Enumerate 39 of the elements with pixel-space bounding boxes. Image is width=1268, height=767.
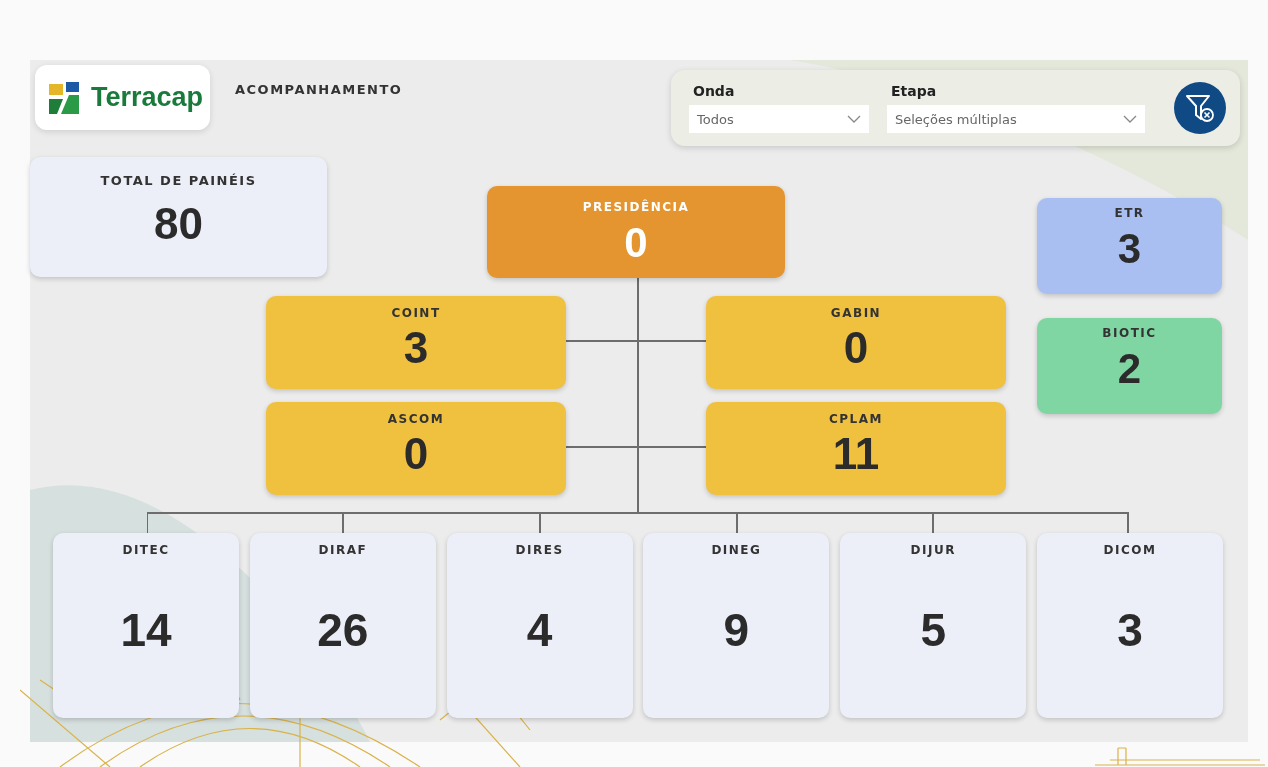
card-value: 26 <box>317 607 369 653</box>
card-value: 3 <box>1117 607 1143 653</box>
card-value: 3 <box>1117 228 1142 270</box>
card-label: PRESIDÊNCIA <box>582 200 690 214</box>
card-value: 0 <box>403 432 429 476</box>
chevron-down-icon <box>847 115 861 123</box>
filter-label: Etapa <box>890 83 938 99</box>
card-value: 3 <box>403 326 429 370</box>
dropdown[interactable]: Todos <box>689 105 869 133</box>
card-value: 9 <box>723 607 750 653</box>
card-value: 11 <box>832 432 880 476</box>
card-label: GABIN <box>830 306 882 320</box>
card-label: ASCOM <box>387 412 445 426</box>
card-value: 0 <box>843 326 869 370</box>
card-value: 14 <box>120 607 172 653</box>
logo-text: Terracap <box>91 82 204 113</box>
dropdown[interactable]: Seleções múltiplas <box>887 105 1145 133</box>
card-label: COINT <box>391 306 441 320</box>
card-label: BIOTIC <box>1102 326 1157 340</box>
card-value: 5 <box>920 607 946 653</box>
card-value: 80 <box>154 202 203 246</box>
card-value: 2 <box>1117 348 1142 390</box>
card-label: DIJUR <box>910 543 956 557</box>
card-value: 0 <box>624 222 648 264</box>
chevron-down-icon <box>1123 115 1137 123</box>
page-title: ACOMPANHAMENTO <box>235 82 403 97</box>
card-label: DIRES <box>515 543 564 557</box>
card-value: 4 <box>526 607 553 653</box>
card-label: DICOM <box>1103 543 1157 557</box>
card-label: ETR <box>1114 206 1145 220</box>
card-label: DINEG <box>711 543 762 557</box>
card-label: CPLAM <box>829 412 883 426</box>
logo-icon <box>49 81 81 114</box>
card-label: TOTAL DE PAINÉIS <box>100 173 257 188</box>
clear-filters-button[interactable] <box>1174 82 1226 134</box>
card-label: DIRAF <box>318 543 368 557</box>
card-label: DITEC <box>122 543 170 557</box>
filter-clear-icon <box>1184 92 1216 124</box>
filter-label: Onda <box>692 83 736 99</box>
